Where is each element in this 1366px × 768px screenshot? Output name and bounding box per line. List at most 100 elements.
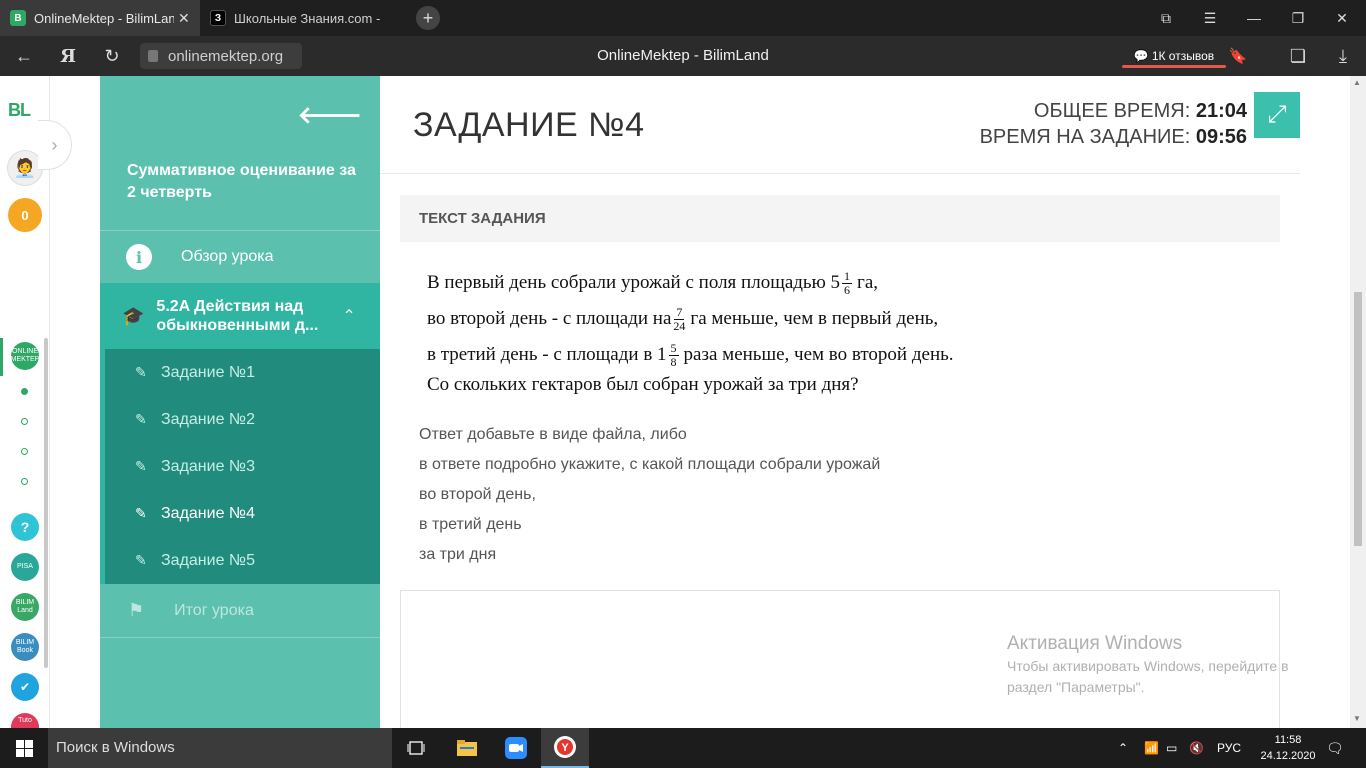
edit-icon: ✎	[135, 411, 147, 427]
active-indicator	[0, 338, 3, 376]
windows-logo-icon	[15, 739, 33, 757]
edit-icon: ✎	[135, 505, 147, 521]
total-time-value: 21:04	[1195, 100, 1247, 122]
address-bar: ← Я ↻ onlinemektep.org OnlineMektep - Bi…	[0, 36, 1366, 76]
task-header: ЗАДАНИЕ №4 ОБЩЕЕ ВРЕМЯ: 21:04 ВРЕМЯ НА З…	[380, 76, 1300, 174]
windows-taskbar: Поиск в Windows Y ⌃ 📶 ▭ 🔇 РУС 11:58 24.1…	[0, 728, 1366, 768]
step-dot[interactable]	[21, 388, 28, 395]
scroll-up-icon[interactable]: ▲	[1353, 78, 1361, 87]
reload-icon[interactable]: ↻	[94, 36, 130, 76]
sidebar-item-label: Задание №1	[161, 363, 255, 381]
new-tab-button[interactable]: +	[416, 6, 440, 30]
total-time-label: ОБЩЕЕ ВРЕМЯ:	[1033, 100, 1191, 122]
chevron-up-icon[interactable]: ⌃	[342, 306, 355, 326]
back-arrow-icon[interactable]: 🡐	[298, 100, 362, 130]
battery-icon[interactable]: ▭	[1166, 728, 1177, 768]
fullscreen-button[interactable]: ⤢	[1254, 92, 1300, 138]
problem-text-part: га меньше, чем в первый день,	[690, 308, 939, 329]
expand-icon: ⤢	[1267, 101, 1287, 128]
sidebar-item-task-3[interactable]: ✎ Задание №3	[105, 443, 380, 490]
problem-text-part: в третий день - с площади в 1	[427, 344, 667, 365]
task-title: ЗАДАНИЕ №4	[413, 106, 645, 144]
menu-icon[interactable]: ☰	[1188, 0, 1232, 36]
sidebar-item-lesson[interactable]: 🎓 5.2A Действия над обыкновенными д... ⌃	[100, 283, 380, 349]
close-window-button[interactable]: ✕	[1320, 0, 1364, 36]
close-icon[interactable]: ✕	[178, 10, 190, 27]
clock-date: 24.12.2020	[1260, 750, 1316, 762]
minimize-button[interactable]: —	[1232, 0, 1276, 36]
tray-chevron-icon[interactable]: ⌃	[1118, 728, 1128, 768]
svg-text:Y: Y	[561, 742, 569, 754]
file-explorer-icon[interactable]	[443, 728, 491, 768]
problem-line: во второй день - с площади на 7 24 га мен…	[427, 304, 938, 334]
task-view-icon[interactable]	[392, 728, 440, 768]
zoom-icon[interactable]	[492, 728, 540, 768]
url-field[interactable]: onlinemektep.org	[140, 43, 302, 69]
sidebar-item-overview[interactable]: i Обзор урока	[100, 230, 380, 283]
sidebar-item-summary[interactable]: ⚑ Итог урока	[100, 584, 380, 638]
yandex-icon[interactable]: Я	[50, 36, 86, 76]
page-scrollbar[interactable]: ▲ ▼	[1350, 76, 1366, 728]
download-icon[interactable]: ⤓	[1325, 36, 1361, 76]
sidebar-item-label: Задание №3	[161, 457, 255, 475]
expand-rail-button[interactable]: ›	[38, 120, 72, 170]
tab-title: OnlineMektep - BilimLand	[34, 10, 174, 26]
step-dot[interactable]	[21, 448, 28, 455]
sidebar-item-task-1[interactable]: ✎ Задание №1	[105, 349, 380, 396]
volume-mute-icon[interactable]: 🔇	[1189, 728, 1204, 768]
notifications-icon[interactable]: 🗨	[1326, 728, 1344, 768]
total-time: ОБЩЕЕ ВРЕМЯ: 21:04	[1034, 100, 1247, 123]
language-indicator[interactable]: РУС	[1217, 728, 1241, 768]
tab-onlinemektep[interactable]: B OnlineMektep - BilimLand ✕	[0, 0, 200, 36]
bilimland-logo[interactable]: BL	[8, 100, 31, 121]
tab-znaniya[interactable]: З Школьные Знания.com - Вопрос	[200, 0, 405, 36]
step-dot[interactable]	[21, 478, 28, 485]
tasks-icon[interactable]: ✔	[11, 673, 39, 701]
lock-icon	[148, 50, 158, 62]
app-rail: BL 🧑‍💼 0 ONLINE MEKTEP ? PISA BILIM Land…	[0, 76, 50, 728]
reviews-rating-bar	[1122, 65, 1226, 68]
reviews-button[interactable]: 💬 1К отзывов	[1118, 42, 1230, 70]
sidebar-item-label: Обзор урока	[181, 248, 274, 265]
windows-activation-text: Чтобы активировать Windows, перейдите в …	[1007, 658, 1289, 695]
comment-icon: 💬	[1133, 49, 1149, 63]
coins-badge[interactable]: 0	[8, 198, 42, 232]
bilimland-app-icon[interactable]: BILIM Land	[11, 593, 39, 621]
back-arrow-icon[interactable]: ←	[6, 36, 42, 76]
clock[interactable]: 11:58 24.12.2020	[1258, 732, 1318, 764]
step-dot[interactable]	[21, 418, 28, 425]
yandex-browser-icon[interactable]: Y	[541, 728, 589, 768]
tuto-icon[interactable]: Tuto	[11, 713, 39, 728]
problem-text-part: га,	[857, 272, 879, 293]
sidebar-item-task-4[interactable]: ✎ Задание №4	[105, 490, 380, 537]
section-heading: ТЕКСТ ЗАДАНИЯ	[400, 195, 1280, 242]
scrollbar-thumb[interactable]	[1354, 292, 1362, 546]
bookmark-icon[interactable]: 🔖	[1220, 36, 1256, 76]
bilimbook-icon[interactable]: BILIM Book	[11, 633, 39, 661]
sidebar-item-task-5[interactable]: ✎ Задание №5	[105, 537, 380, 584]
reviews-label: 1К отзывов	[1151, 49, 1215, 63]
help-icon[interactable]: ?	[11, 513, 39, 541]
restore-button[interactable]: ❐	[1276, 0, 1320, 36]
network-icon[interactable]: 📶	[1144, 728, 1159, 768]
edit-icon: ✎	[135, 364, 147, 380]
taskbar-search-input[interactable]: Поиск в Windows	[48, 728, 392, 768]
online-mektep-icon[interactable]: ONLINE MEKTEP	[11, 342, 39, 370]
pisa-icon[interactable]: PISA	[11, 553, 39, 581]
task-list: ✎ Задание №1 ✎ Задание №2 ✎ Задание №3 ✎…	[100, 349, 380, 584]
bilimland-favicon-icon: B	[10, 10, 26, 26]
bookmarks-panel-icon[interactable]: ⧉	[1144, 0, 1188, 36]
sidebar-item-label: Задание №2	[161, 410, 255, 428]
edit-icon: ✎	[135, 458, 147, 474]
sidebar-item-task-2[interactable]: ✎ Задание №2	[105, 396, 380, 443]
fraction: 16	[842, 268, 853, 297]
url-text: onlinemektep.org	[168, 47, 284, 65]
scroll-down-icon[interactable]: ▼	[1353, 714, 1361, 723]
start-button[interactable]	[0, 728, 48, 768]
flag-icon: ⚑	[128, 600, 145, 620]
fraction: 7 24	[673, 304, 686, 333]
rail-scrollbar[interactable]	[44, 338, 48, 668]
collections-icon[interactable]: ❏	[1280, 36, 1316, 76]
course-title: Суммативное оценивание за 2 четверть	[127, 162, 356, 201]
znaniya-favicon-icon: З	[210, 10, 226, 26]
